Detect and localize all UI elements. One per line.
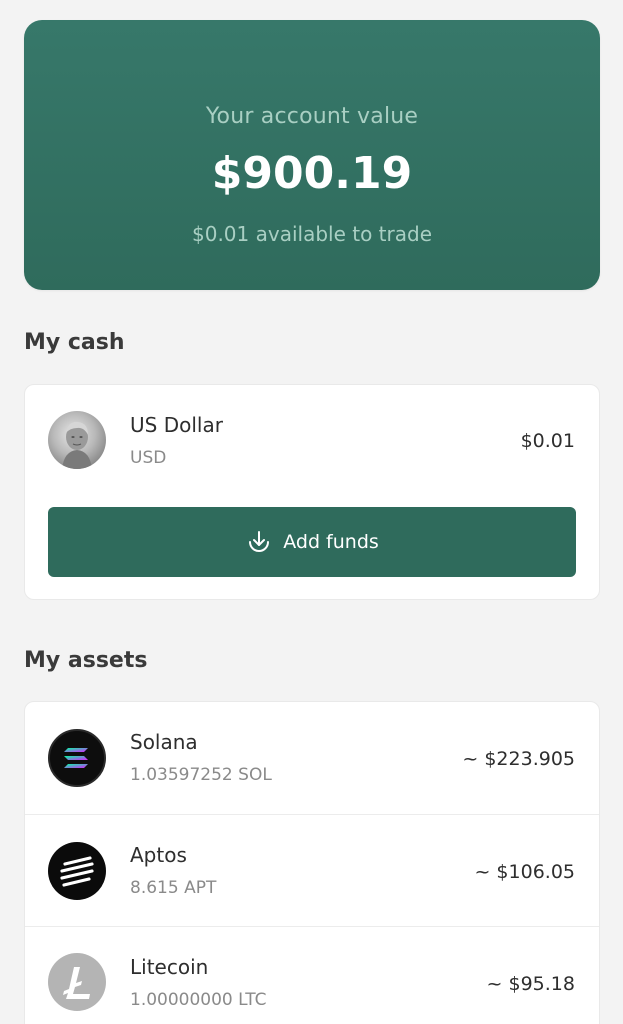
currency-code: USD — [130, 448, 167, 468]
aptos-icon — [48, 842, 106, 900]
asset-row-aptos[interactable]: Aptos 8.615 APT ~ $106.05 — [25, 814, 599, 926]
cash-row-usd[interactable]: US Dollar USD $0.01 — [25, 385, 599, 497]
asset-value: ~ $106.05 — [474, 861, 575, 883]
currency-amount: $0.01 — [520, 430, 575, 452]
add-funds-button[interactable]: Add funds — [48, 507, 576, 577]
asset-row-litecoin[interactable]: Litecoin 1.00000000 LTC ~ $95.18 — [25, 926, 599, 1024]
my-cash-heading: My cash — [24, 330, 125, 355]
cash-card: US Dollar USD $0.01 Add funds — [24, 384, 600, 600]
add-funds-label: Add funds — [283, 531, 379, 553]
us-dollar-bill-icon — [48, 411, 106, 469]
account-value-amount: $900.19 — [211, 148, 413, 199]
my-assets-heading: My assets — [24, 648, 148, 673]
asset-holding: 1.03597252 SOL — [130, 765, 272, 785]
solana-icon — [48, 729, 106, 787]
asset-name: Solana — [130, 730, 198, 754]
asset-name: Litecoin — [130, 955, 209, 979]
portfolio-page: Your account value $900.19 $0.01 availab… — [0, 0, 623, 1024]
asset-name: Aptos — [130, 843, 187, 867]
account-value-label: Your account value — [205, 104, 419, 129]
available-to-trade-text: $0.01 available to trade — [192, 222, 432, 246]
asset-value: ~ $223.905 — [462, 748, 575, 770]
asset-row-solana[interactable]: Solana 1.03597252 SOL ~ $223.905 — [25, 702, 599, 814]
currency-name: US Dollar — [130, 413, 223, 437]
asset-value: ~ $95.18 — [486, 973, 575, 995]
asset-holding: 1.00000000 LTC — [130, 990, 267, 1010]
assets-card: Solana 1.03597252 SOL ~ $223.905 Aptos 8… — [24, 701, 600, 1024]
account-value-card: Your account value $900.19 $0.01 availab… — [24, 20, 600, 290]
litecoin-icon — [48, 953, 106, 1011]
download-icon — [249, 531, 270, 552]
asset-holding: 8.615 APT — [130, 878, 217, 898]
